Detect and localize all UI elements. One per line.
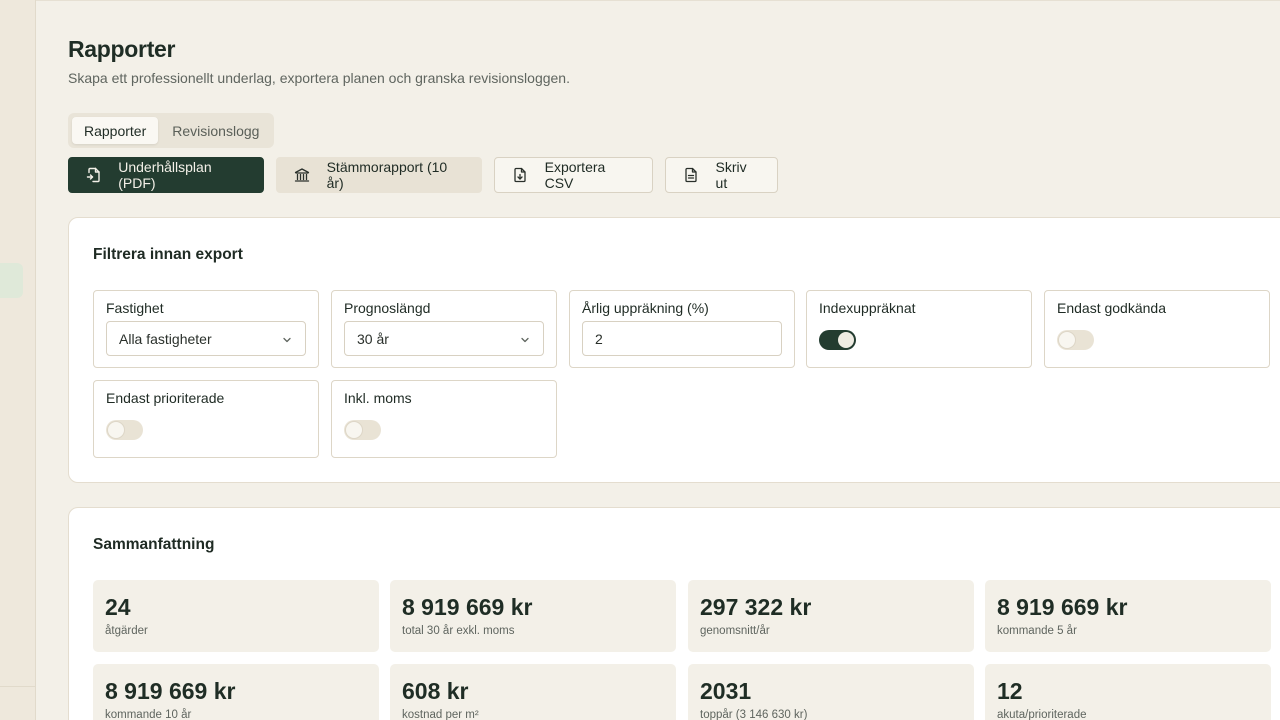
file-download-icon [511,166,529,184]
export-pdf-button[interactable]: Underhållsplan (PDF) [68,157,264,193]
vat-toggle[interactable] [344,420,381,440]
stat-label: kommande 10 år [105,709,192,720]
toggle-knob [108,422,124,438]
vat-label: Inkl. moms [344,390,412,406]
inflation-input[interactable]: 2 [582,321,782,356]
property-label: Fastighet [106,300,164,316]
indexed-toggle[interactable] [819,330,856,350]
stat-value: 608 kr [402,678,469,704]
chevron-down-icon [519,333,531,349]
approved-filter: Endast godkända [1044,290,1270,368]
stat-card: 24 åtgärder [93,580,379,652]
sidebar [0,0,36,720]
chevron-down-icon [281,333,293,349]
stat-value: 24 [105,594,131,620]
export-csv-button[interactable]: Exportera CSV [494,157,653,193]
export-pdf-label: Underhållsplan (PDF) [118,159,212,191]
print-label: Skriv ut [715,159,747,191]
summary-card: Sammanfattning 24 åtgärder 8 919 669 kr … [68,507,1280,720]
stat-label: kommande 5 år [997,625,1077,637]
stat-value: 8 919 669 kr [105,678,236,704]
inflation-input-value: 2 [595,330,603,347]
forecast-filter: Prognoslängd 30 år [331,290,557,368]
bank-icon [293,166,311,184]
main-content: Rapporter Skapa ett professionellt under… [68,0,1280,720]
toggle-knob [346,422,362,438]
print-button[interactable]: Skriv ut [665,157,778,193]
tab-rapporter[interactable]: Rapporter [72,117,159,144]
action-toolbar: Underhållsplan (PDF) Stämmorapport (10 å… [68,157,778,193]
meeting-report-label: Stämmorapport (10 år) [326,159,448,191]
prioritized-label: Endast prioriterade [106,390,225,406]
stat-label: kostnad per m² [402,709,479,720]
stat-value: 12 [997,678,1023,704]
export-csv-label: Exportera CSV [544,159,606,191]
forecast-select-value: 30 år [357,330,389,347]
toggle-knob [838,332,854,348]
stat-card: 8 919 669 kr total 30 år exkl. moms [390,580,676,652]
toggle-knob [1059,332,1075,348]
approved-label: Endast godkända [1057,300,1166,316]
stat-card: 608 kr kostnad per m² [390,664,676,720]
vat-filter: Inkl. moms [331,380,557,458]
inflation-filter: Årlig uppräkning (%) 2 [569,290,795,368]
stat-label: total 30 år exkl. moms [402,625,515,637]
indexed-label: Indexuppräknat [819,300,916,316]
filter-card: Filtrera innan export Fastighet Alla fas… [68,217,1280,483]
stat-label: genomsnitt/år [700,625,770,637]
page-subtitle: Skapa ett professionellt underlag, expor… [68,70,570,86]
stat-label: åtgärder [105,625,148,637]
stat-card: 8 919 669 kr kommande 10 år [93,664,379,720]
indexed-filter: Indexuppräknat [806,290,1032,368]
filter-card-title: Filtrera innan export [93,246,243,263]
stat-card: 8 919 669 kr kommande 5 år [985,580,1271,652]
sidebar-divider [0,686,36,687]
stat-label: akuta/prioriterade [997,709,1087,720]
summary-card-title: Sammanfattning [93,536,215,553]
tab-revisionslogg[interactable]: Revisionslogg [160,117,271,144]
stat-value: 2031 [700,678,752,704]
inflation-label: Årlig uppräkning (%) [582,300,709,316]
property-filter: Fastighet Alla fastigheter [93,290,319,368]
stat-card: 2031 toppår (3 146 630 kr) [688,664,974,720]
stat-value: 8 919 669 kr [997,594,1128,620]
forecast-label: Prognoslängd [344,300,431,316]
prioritized-filter: Endast prioriterade [93,380,319,458]
stat-label: toppår (3 146 630 kr) [700,709,808,720]
property-select[interactable]: Alla fastigheter [106,321,306,356]
approved-toggle[interactable] [1057,330,1094,350]
stat-card: 297 322 kr genomsnitt/år [688,580,974,652]
stat-value: 297 322 kr [700,594,812,620]
page-title: Rapporter [68,36,176,62]
meeting-report-button[interactable]: Stämmorapport (10 år) [276,157,482,193]
stat-card: 12 akuta/prioriterade [985,664,1271,720]
prioritized-toggle[interactable] [106,420,143,440]
file-export-icon [85,166,102,184]
property-select-value: Alla fastigheter [119,330,212,347]
document-icon [682,166,700,184]
stat-value: 8 919 669 kr [402,594,533,620]
tab-bar: Rapporter Revisionslogg [68,113,274,148]
forecast-select[interactable]: 30 år [344,321,544,356]
sidebar-active-item[interactable] [0,263,23,298]
